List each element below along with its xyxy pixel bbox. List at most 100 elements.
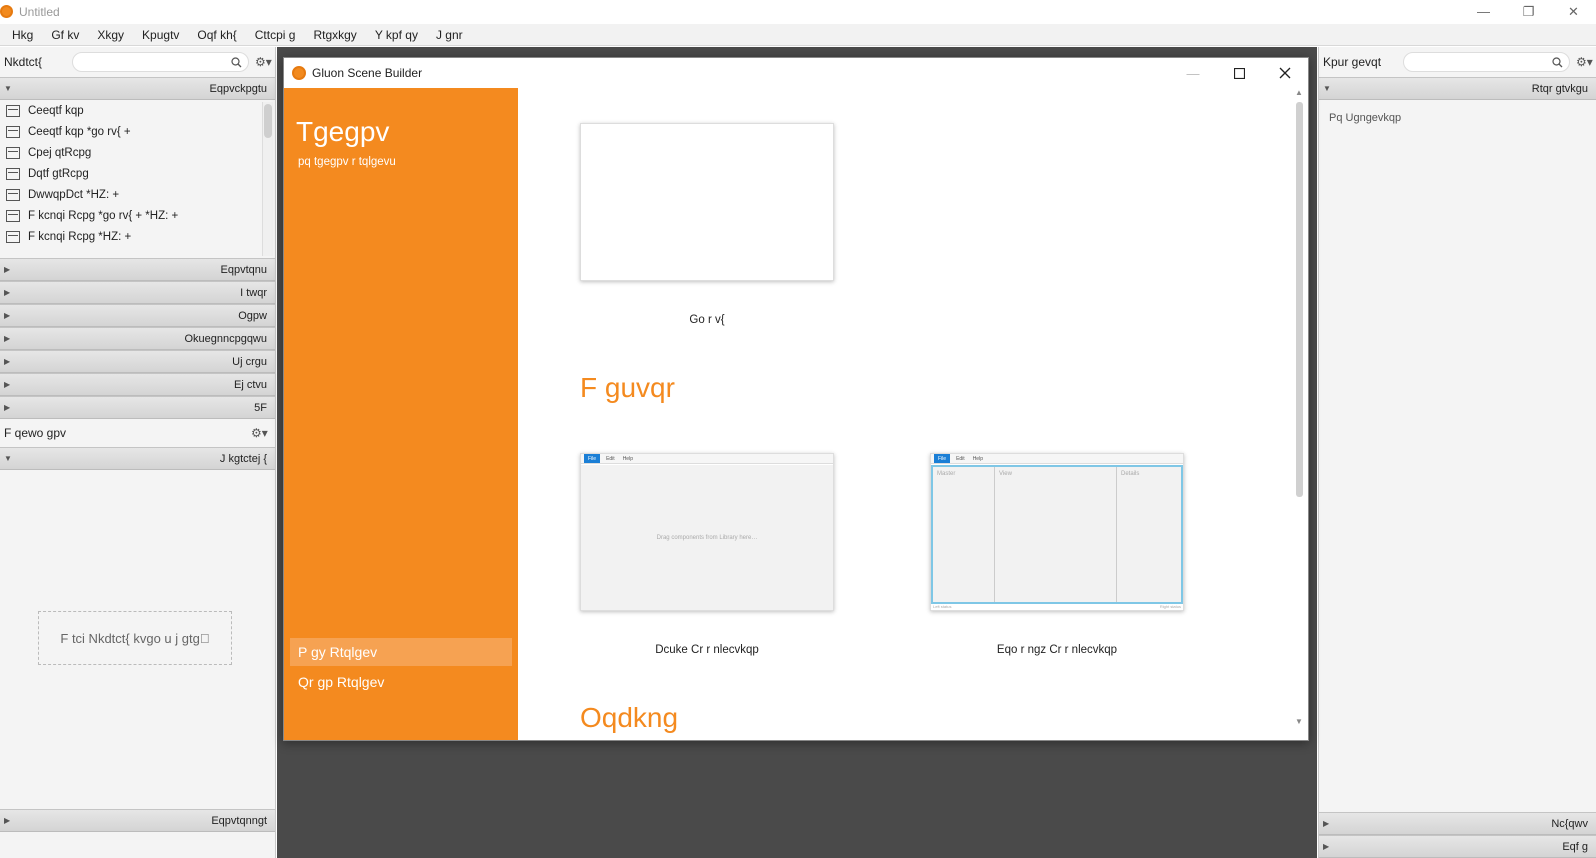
window-title: Untitled	[19, 4, 60, 19]
scroll-down-icon[interactable]: ▼	[1295, 717, 1303, 726]
list-item[interactable]: F kcnqi Rcpg *HZ: +	[0, 226, 275, 247]
menu-insert[interactable]: Kpugtv	[142, 28, 179, 42]
section-label: Okuegnncpgqwu	[184, 332, 267, 345]
section-label: Ogpw	[238, 309, 267, 322]
minimize-button[interactable]: —	[1461, 0, 1506, 23]
menu-arrange[interactable]: Cttcpi g	[255, 28, 296, 42]
library-scrollbar[interactable]	[262, 102, 273, 256]
inspector-search-input[interactable]	[1403, 52, 1570, 72]
section-charts[interactable]: ▶ Ej ctvu	[0, 373, 275, 396]
chevron-right-icon: ▶	[4, 288, 11, 297]
open-project-button[interactable]: Qr gp Rtqlgev	[290, 668, 512, 696]
preview-menu-bar: File Edit Help	[931, 454, 1183, 464]
recent-title: Tgegpv	[296, 116, 390, 147]
chevron-right-icon: ▶	[4, 311, 11, 320]
library-header: Nkdtct{ ⚙▾	[0, 47, 275, 77]
chevron-down-icon: ▼	[1323, 84, 1331, 93]
menu-preview[interactable]: Rtgxkgy	[313, 28, 356, 42]
containers-header[interactable]: ▼ Eqpvckpgtu	[0, 77, 275, 100]
chevron-right-icon: ▶	[4, 265, 11, 274]
right-bottom-sections: ▶ Nc{qwv ▶ Eqf g	[1319, 812, 1596, 858]
document-gear-icon[interactable]: ⚙▾	[251, 426, 268, 440]
basic-app-template-card[interactable]: File Edit Help Drag components from Libr…	[580, 453, 834, 611]
hierarchy-label: J kgtctej {	[219, 452, 267, 465]
chevron-right-icon: ▶	[4, 816, 11, 825]
border-pane-icon	[6, 167, 20, 180]
section-3d[interactable]: ▶ 5F	[0, 396, 275, 419]
list-item-label: Ceeqtf kqp *go rv{ +	[28, 125, 131, 138]
restore-button[interactable]: ❐	[1506, 0, 1551, 23]
empty-template-label: Go r v{	[689, 314, 725, 326]
close-icon	[1279, 67, 1291, 79]
complex-app-template-card[interactable]: File Edit Help Master View Details Left …	[930, 453, 1184, 611]
properties-header[interactable]: ▼ Rtqr gtvkgu	[1319, 77, 1596, 100]
section-controls[interactable]: ▶ Eqpvtqnu	[0, 258, 275, 281]
preview-columns: Master View Details	[931, 465, 1183, 604]
preview-drag-hint: Drag components from Library here…	[581, 465, 833, 610]
hierarchy-header[interactable]: ▼ J kgtctej {	[0, 447, 275, 470]
chevron-right-icon: ▶	[1323, 842, 1330, 851]
controller-label: Eqpvtqnngt	[211, 814, 267, 827]
menu-help[interactable]: J gnr	[436, 28, 463, 42]
preview-details-col: Details	[1121, 471, 1140, 477]
section-menu[interactable]: ▶ Ogpw	[0, 304, 275, 327]
complex-app-template-label: Eqo r ngz Cr r nlecvkqp	[996, 644, 1118, 656]
search-icon	[1552, 56, 1563, 67]
library-search-input[interactable]	[72, 52, 249, 72]
new-project-button[interactable]: P gy Rtqlgev	[290, 638, 512, 666]
dialog-minimize-button[interactable]: —	[1170, 58, 1216, 88]
gluon-icon	[292, 66, 306, 80]
library-gear-icon[interactable]: ⚙▾	[255, 55, 272, 69]
inspector-label: Kpur gevqt	[1323, 55, 1382, 69]
list-item[interactable]: Cpej qtRcpg	[0, 142, 275, 163]
section-group[interactable]: ▶ I twqr	[0, 281, 275, 304]
section-label: I twqr	[240, 286, 267, 299]
mobile-section-title: Oqdkng	[580, 702, 679, 733]
list-item[interactable]: F kcnqi Rcpg *go rv{ + *HZ: +	[0, 205, 275, 226]
preview-menu-bar: File Edit Help	[581, 454, 833, 464]
list-item-label: Dqtf gtRcpg	[28, 167, 89, 180]
section-miscellaneous[interactable]: ▶ Okuegnncpgqwu	[0, 327, 275, 350]
preview-view-col: View	[995, 467, 1117, 602]
window-controls: — ❐ ✕	[1461, 0, 1596, 23]
list-item[interactable]: Ceeqtf kqp *go rv{ +	[0, 121, 275, 142]
menu-window[interactable]: Y kpf qy	[375, 28, 418, 42]
menu-modify[interactable]: Oqf kh{	[197, 28, 236, 42]
menu-file[interactable]: Hkg	[12, 28, 33, 42]
layout-header[interactable]: ▶ Nc{qwv	[1319, 812, 1596, 835]
dialog-maximize-button[interactable]	[1216, 58, 1262, 88]
list-item[interactable]: DwwqpDct *HZ: +	[0, 184, 275, 205]
inspector-gear-icon[interactable]: ⚙▾	[1576, 55, 1593, 69]
list-item[interactable]: Ceeqtf kqp	[0, 100, 275, 121]
welcome-dialog: Gluon Scene Builder — Tgegpv pq tgegpv r…	[283, 57, 1309, 741]
section-label: Ej ctvu	[233, 378, 267, 391]
controller-header[interactable]: ▶ Eqpvtqnngt	[0, 809, 275, 832]
empty-template-card[interactable]	[580, 123, 834, 281]
hierarchy-panel[interactable]: F tci Nkdtct{ kvgo u j gtg 	[0, 470, 275, 809]
list-item[interactable]: Dqtf gtRcpg	[0, 163, 275, 184]
search-icon	[231, 56, 242, 67]
inspector-header: Kpur gevqt ⚙▾	[1319, 47, 1596, 77]
section-shapes[interactable]: ▶ Uj crgu	[0, 350, 275, 373]
chevron-right-icon: ▶	[4, 380, 11, 389]
menu-view[interactable]: Xkgy	[97, 28, 124, 42]
drop-hint: F tci Nkdtct{ kvgo u j gtg 	[38, 611, 232, 665]
left-panel: Nkdtct{ ⚙▾ ▼ Eqpvckpgtu Ceeqtf kqp Ceeqt…	[0, 47, 276, 858]
anchor-pane-icon	[6, 146, 20, 159]
desktop-section-title: F guvqr	[580, 372, 675, 403]
scrollbar-thumb[interactable]	[264, 104, 272, 138]
list-item-label: F kcnqi Rcpg *HZ: +	[28, 230, 132, 243]
dialog-controls: —	[1170, 58, 1308, 88]
recent-empty-text: pq tgegpv r tqlgevu	[298, 156, 396, 168]
code-header[interactable]: ▶ Eqf g	[1319, 835, 1596, 858]
properties-label: Rtqr gtvkgu	[1531, 82, 1588, 95]
menu-edit[interactable]: Gf kv	[51, 28, 79, 42]
section-label: 5F	[254, 401, 267, 414]
layout-label: Nc{qwv	[1551, 817, 1588, 830]
dialog-title: Gluon Scene Builder	[312, 66, 423, 80]
scroll-up-icon[interactable]: ▲	[1295, 88, 1303, 97]
templates-scrollbar[interactable]: ▲ ▼	[1294, 88, 1306, 726]
close-button[interactable]: ✕	[1551, 0, 1596, 23]
dialog-close-button[interactable]	[1262, 58, 1308, 88]
scrollbar-thumb[interactable]	[1296, 102, 1303, 497]
